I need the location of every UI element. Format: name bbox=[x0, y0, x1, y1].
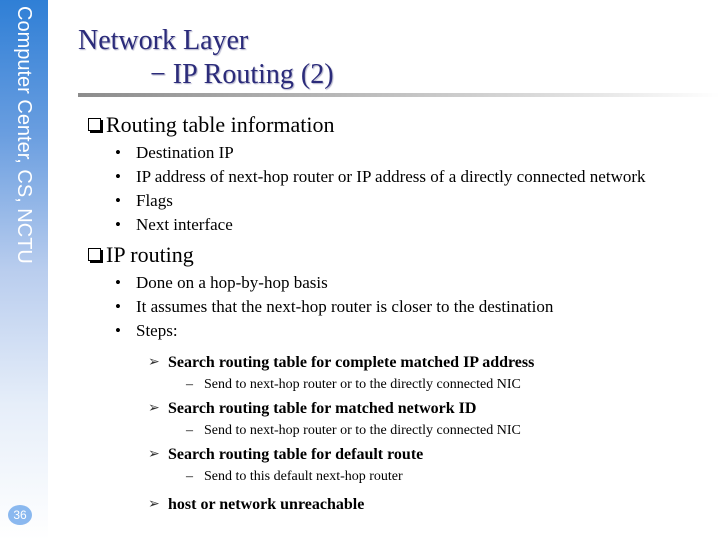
bullet-icon: • bbox=[115, 167, 121, 186]
bullet-icon: • bbox=[115, 143, 121, 162]
section-heading-ip-routing: IP routing bbox=[88, 240, 708, 270]
dash-bullet-icon: – bbox=[186, 423, 193, 438]
slide-title: Network Layer − IP Routing (2) bbox=[78, 24, 334, 92]
step-item: ➢ host or network unreachable bbox=[88, 494, 708, 516]
page-number-badge: 36 bbox=[8, 505, 32, 525]
title-divider bbox=[78, 93, 720, 97]
arrow-bullet-icon: ➢ bbox=[148, 355, 160, 370]
bullet-icon: • bbox=[115, 215, 121, 234]
step-item: ➢ Search routing table for matched networ… bbox=[88, 398, 708, 420]
bullet-icon: • bbox=[115, 191, 121, 210]
dash-bullet-icon: – bbox=[186, 469, 193, 484]
bullet-icon: • bbox=[115, 273, 121, 292]
sidebar-label: Computer Center, CS, NCTU bbox=[13, 6, 35, 264]
arrow-bullet-icon: ➢ bbox=[148, 497, 160, 512]
arrow-bullet-icon: ➢ bbox=[148, 401, 160, 416]
list-item: • Next interface bbox=[115, 215, 233, 234]
list-item: • IP address of next-hop router or IP add… bbox=[115, 167, 646, 186]
list-item: • Flags bbox=[115, 191, 173, 210]
list-item: • Destination IP bbox=[115, 143, 234, 162]
bullet-icon: • bbox=[115, 297, 121, 316]
step-detail: – Send to next-hop router or to the direc… bbox=[186, 423, 521, 438]
section-heading-routing-table: Routing table information bbox=[88, 110, 708, 140]
list-item: • Steps: bbox=[115, 321, 178, 340]
arrow-bullet-icon: ➢ bbox=[148, 447, 160, 462]
bullet-icon: • bbox=[115, 321, 121, 340]
slide-title-line1: Network Layer bbox=[78, 25, 249, 56]
checkbox-bullet-icon bbox=[88, 118, 101, 131]
step-item: ➢ Search routing table for complete match… bbox=[88, 352, 708, 374]
step-detail: – Send to next-hop router or to the direc… bbox=[186, 377, 521, 392]
step-detail: – Send to this default next-hop router bbox=[186, 469, 403, 484]
list-item: • Done on a hop-by-hop basis bbox=[115, 273, 328, 292]
checkbox-bullet-icon bbox=[88, 248, 101, 261]
slide-title-line2: − IP Routing (2) bbox=[150, 59, 334, 90]
slide-content: Routing table information • Destination I… bbox=[88, 110, 708, 516]
list-item: • It assumes that the next-hop router is … bbox=[115, 297, 554, 316]
sidebar: Computer Center, CS, NCTU 36 bbox=[0, 0, 48, 540]
step-item: ➢ Search routing table for default route bbox=[88, 444, 708, 466]
dash-bullet-icon: – bbox=[186, 377, 193, 392]
